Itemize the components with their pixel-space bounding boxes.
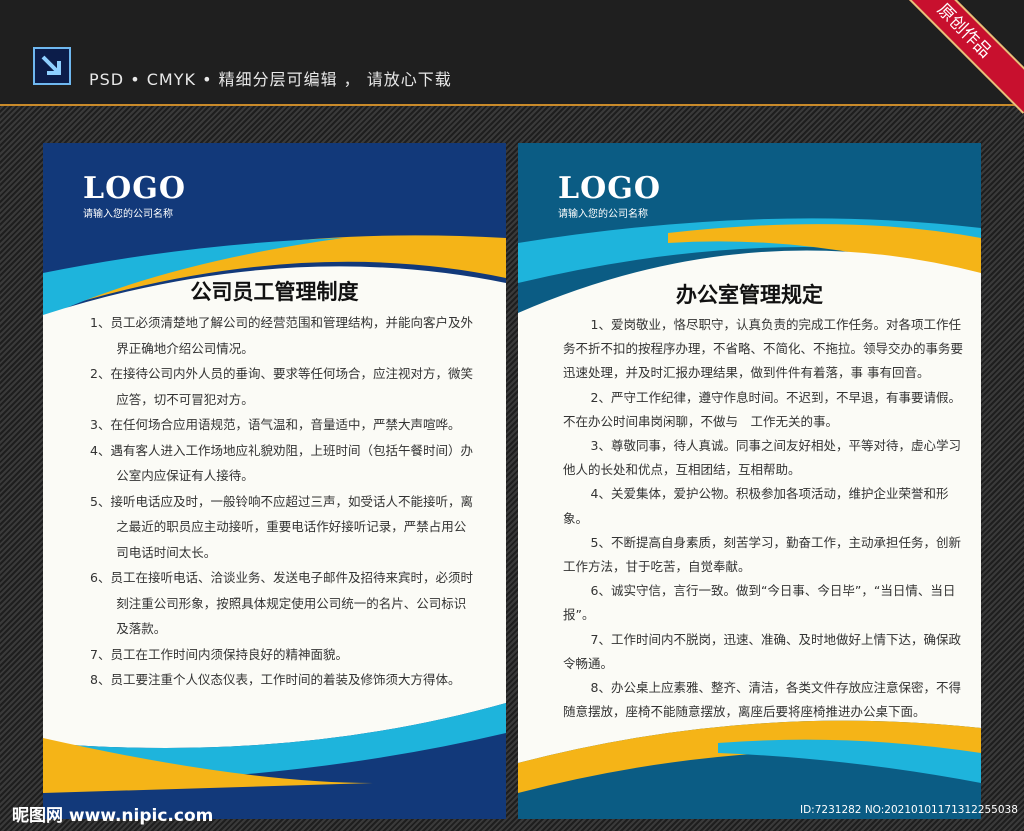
poster-title: 办公室管理规定 — [676, 282, 823, 307]
image-id: ID:7231282 NO:20210101171312255038 — [800, 804, 1018, 816]
rule-item: 8、办公桌上应素雅、整齐、清洁，各类文件存放应注意保密，不得随意摆放，座椅不能随… — [563, 680, 961, 720]
poster-title: 公司员工管理制度 — [190, 279, 359, 304]
rule-item: 5、接听电话应及时，一般铃响不应超过三声，如受话人不能接听，离之最近的职员应主动… — [90, 493, 473, 560]
rule-item: 3、在任何场合应用语规范，语气温和，音量适中，严禁大声喧哗。 — [90, 417, 461, 432]
poster-employee-rules: LOGO 请输入您的公司名称 公司员工管理制度 1、员工必须清楚地了解公司的经营… — [43, 143, 506, 819]
rule-item: 1、爱岗敬业，恪尽职守，认真负责的完成工作任务。对各项工作任务不折不扣的按程序办… — [563, 317, 964, 381]
download-arrow-icon — [33, 47, 71, 85]
rule-item: 4、关爱集体，爱护公物。积极参加各项活动，维护企业荣誉和形象。 — [563, 486, 949, 526]
header-bar: PSD • CMYK • 精细分层可编辑 ， 请放心下载 — [0, 0, 1024, 106]
rule-item: 7、工作时间内不脱岗，迅速、准确、及时地做好上情下达，确保政令畅通。 — [563, 631, 961, 671]
rule-item: 6、员工在接听电话、洽谈业务、发送电子邮件及招待来宾时，必须时刻注重公司形象，按… — [90, 570, 473, 636]
rules-list: 1、员工必须清楚地了解公司的经营范围和管理结构，并能向客户及外界正确地介绍公司情… — [90, 310, 475, 693]
rule-item: 4、遇有客人进入工作场地应礼貌劝阻，上班时间（包括午餐时间）办公室内应保证有人接… — [90, 442, 473, 484]
rule-item: 1、员工必须清楚地了解公司的经营范围和管理结构，并能向客户及外界正确地介绍公司情… — [90, 315, 473, 356]
company-logo: LOGO 请输入您的公司名称 — [83, 171, 186, 221]
rule-item: 8、员工要注重个人仪态仪表，工作时间的着装及修饰须大方得体。 — [90, 672, 461, 687]
company-logo: LOGO 请输入您的公司名称 — [558, 171, 661, 221]
rule-item: 2、严守工作纪律，遵守作息时间。不迟到，不早退，有事要请假。不在办公时间串岗闲聊… — [563, 389, 961, 429]
site-watermark: 昵图网 www.nipic.com — [12, 806, 214, 826]
header-text: PSD • CMYK • 精细分层可编辑 ， 请放心下载 — [89, 70, 452, 89]
rule-item: 5、不断提高自身素质，刻苦学习，勤奋工作，主动承担任务，创新工作方法，甘于吃苦，… — [563, 534, 961, 575]
rule-item: 7、员工在工作时间内须保持良好的精神面貌。 — [90, 646, 348, 662]
rules-list: 1、爱岗敬业，恪尽职守，认真负责的完成工作任务。对各项工作任务不折不扣的按程序办… — [563, 313, 963, 724]
rule-item: 2、在接待公司内外人员的垂询、要求等任何场合，应注视对方，微笑应答，切不可冒犯对… — [90, 366, 473, 407]
poster-office-rules: LOGO 请输入您的公司名称 办公室管理规定 1、爱岗敬业，恪尽职守，认真负责的… — [518, 143, 981, 819]
rule-item: 6、诚实守信，言行一致。做到“今日事、今日毕”，“当日情、当日报”。 — [563, 583, 956, 623]
rule-item: 3、尊敬同事，待人真诚。同事之间友好相处，平等对待，虚心学习他人的长处和优点，互… — [563, 438, 961, 478]
